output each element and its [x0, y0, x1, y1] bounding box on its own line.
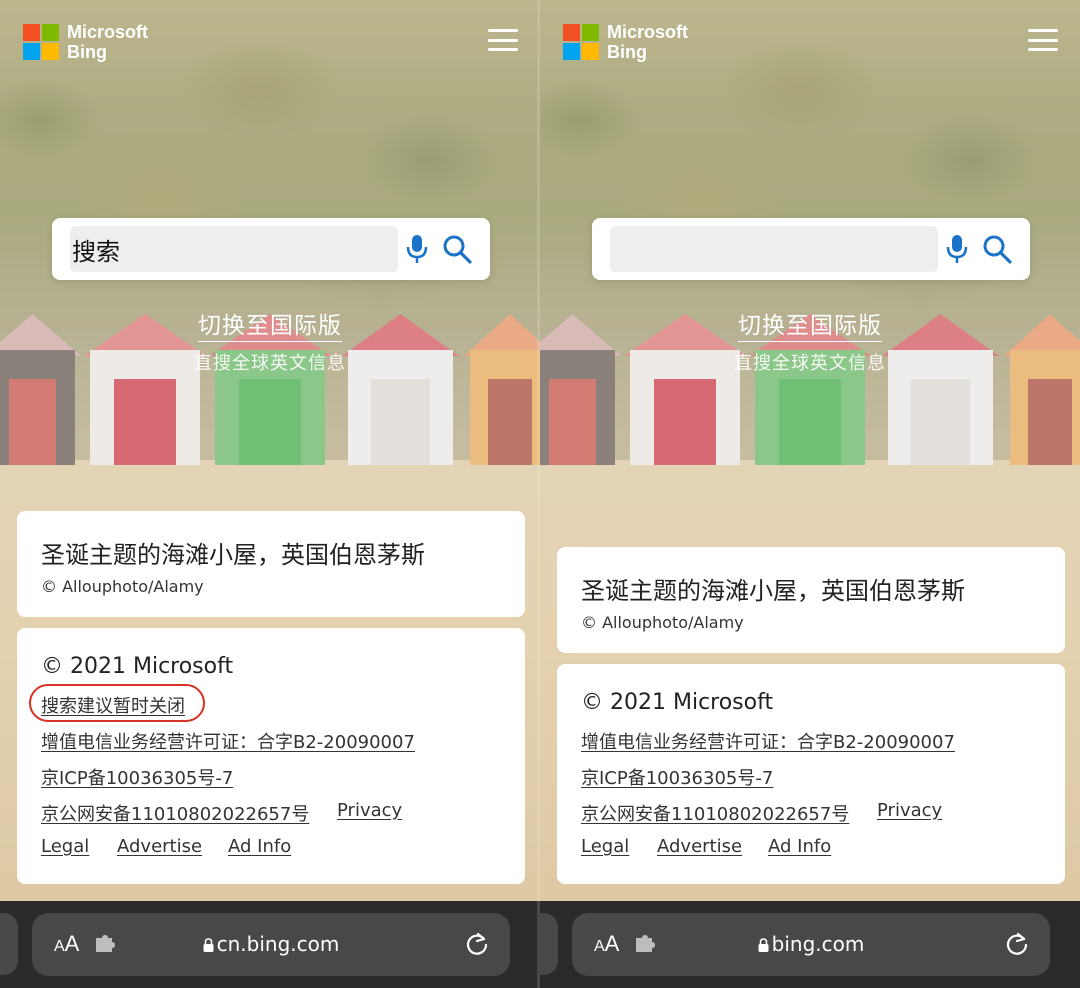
microsoft-bing-logo[interactable]: Microsoft Bing: [23, 22, 148, 62]
search-input-text: 搜索: [72, 237, 120, 266]
copyright-text: © 2021 Microsoft: [41, 654, 234, 679]
comparison-screenshot: Microsoft Bing 搜索 切换至国际版 直搜全球英文信息 圣诞主题的海…: [0, 0, 1080, 988]
search-input[interactable]: 搜索: [70, 226, 398, 272]
logo-line2: Bing: [67, 42, 107, 62]
ad-info-link[interactable]: Ad Info: [768, 836, 831, 857]
hamburger-menu-icon[interactable]: [488, 29, 518, 51]
microphone-icon[interactable]: [404, 233, 430, 265]
privacy-link[interactable]: Privacy: [877, 800, 942, 821]
reload-icon[interactable]: [464, 931, 490, 957]
address-bar[interactable]: AA cn.bing.com: [32, 913, 510, 976]
browser-toolbar: AA cn.bing.com: [0, 901, 540, 988]
icp-link[interactable]: 京ICP备10036305号-7: [41, 764, 233, 790]
url-display[interactable]: cn.bing.com: [32, 932, 510, 956]
legal-link[interactable]: Legal: [41, 836, 89, 857]
license-link[interactable]: 增值电信业务经营许可证：合字B2-20090007: [581, 728, 955, 754]
url-text: bing.com: [771, 932, 865, 956]
police-record-link[interactable]: 京公网安备11010802022657号: [41, 800, 309, 826]
right-phone-screen: Microsoft Bing 切换至国际版 直搜全球英文信息 圣诞主题的海滩小屋…: [540, 0, 1080, 988]
license-link[interactable]: 增值电信业务经营许可证：合字B2-20090007: [41, 728, 415, 754]
microsoft-logo-icon: [23, 24, 59, 60]
footer-card: © 2021 Microsoft 增值电信业务经营许可证：合字B2-200900…: [557, 664, 1065, 884]
left-phone-screen: Microsoft Bing 搜索 切换至国际版 直搜全球英文信息 圣诞主题的海…: [0, 0, 540, 988]
panel-divider: [537, 0, 540, 988]
microsoft-logo-icon: [563, 24, 599, 60]
logo-line1: Microsoft: [607, 22, 688, 42]
icp-link[interactable]: 京ICP备10036305号-7: [581, 764, 773, 790]
image-title: 圣诞主题的海滩小屋，英国伯恩茅斯: [41, 541, 425, 569]
logo-line2: Bing: [607, 42, 647, 62]
url-text: cn.bing.com: [216, 932, 340, 956]
search-box: 搜索: [52, 218, 490, 280]
lock-icon: [203, 938, 214, 952]
logo-line1: Microsoft: [67, 22, 148, 42]
image-info-card[interactable]: 圣诞主题的海滩小屋，英国伯恩茅斯 © Allouphoto/Alamy: [17, 511, 525, 617]
privacy-link[interactable]: Privacy: [337, 800, 402, 821]
lock-icon: [758, 938, 769, 952]
image-credit: © Allouphoto/Alamy: [41, 577, 204, 596]
search-box: [592, 218, 1030, 280]
microsoft-bing-logo[interactable]: Microsoft Bing: [563, 22, 688, 62]
logo-text: Microsoft Bing: [607, 22, 688, 62]
previous-tab[interactable]: [0, 913, 18, 975]
switch-to-international-link[interactable]: 切换至国际版: [0, 306, 540, 342]
reload-icon[interactable]: [1004, 931, 1030, 957]
search-suggestions-off-link[interactable]: 搜索建议暂时关闭: [41, 692, 185, 718]
logo-text: Microsoft Bing: [67, 22, 148, 62]
switch-to-international-link[interactable]: 切换至国际版: [540, 306, 1080, 342]
hamburger-menu-icon[interactable]: [1028, 29, 1058, 51]
police-record-link[interactable]: 京公网安备11010802022657号: [581, 800, 849, 826]
search-input[interactable]: [610, 226, 938, 272]
image-credit: © Allouphoto/Alamy: [581, 613, 744, 632]
image-title: 圣诞主题的海滩小屋，英国伯恩茅斯: [581, 577, 965, 605]
image-info-card[interactable]: 圣诞主题的海滩小屋，英国伯恩茅斯 © Allouphoto/Alamy: [557, 547, 1065, 653]
copyright-text: © 2021 Microsoft: [581, 690, 774, 715]
search-icon[interactable]: [982, 234, 1012, 264]
switch-subtitle: 直搜全球英文信息: [194, 353, 346, 374]
advertise-link[interactable]: Advertise: [657, 836, 742, 857]
advertise-link[interactable]: Advertise: [117, 836, 202, 857]
microphone-icon[interactable]: [944, 233, 970, 265]
ad-info-link[interactable]: Ad Info: [228, 836, 291, 857]
legal-link[interactable]: Legal: [581, 836, 629, 857]
browser-toolbar: AA bing.com: [540, 901, 1080, 988]
footer-card: © 2021 Microsoft 搜索建议暂时关闭 增值电信业务经营许可证：合字…: [17, 628, 525, 884]
switch-subtitle: 直搜全球英文信息: [734, 353, 886, 374]
search-icon[interactable]: [442, 234, 472, 264]
url-display[interactable]: bing.com: [572, 932, 1050, 956]
address-bar[interactable]: AA bing.com: [572, 913, 1050, 976]
previous-tab[interactable]: [540, 913, 558, 975]
